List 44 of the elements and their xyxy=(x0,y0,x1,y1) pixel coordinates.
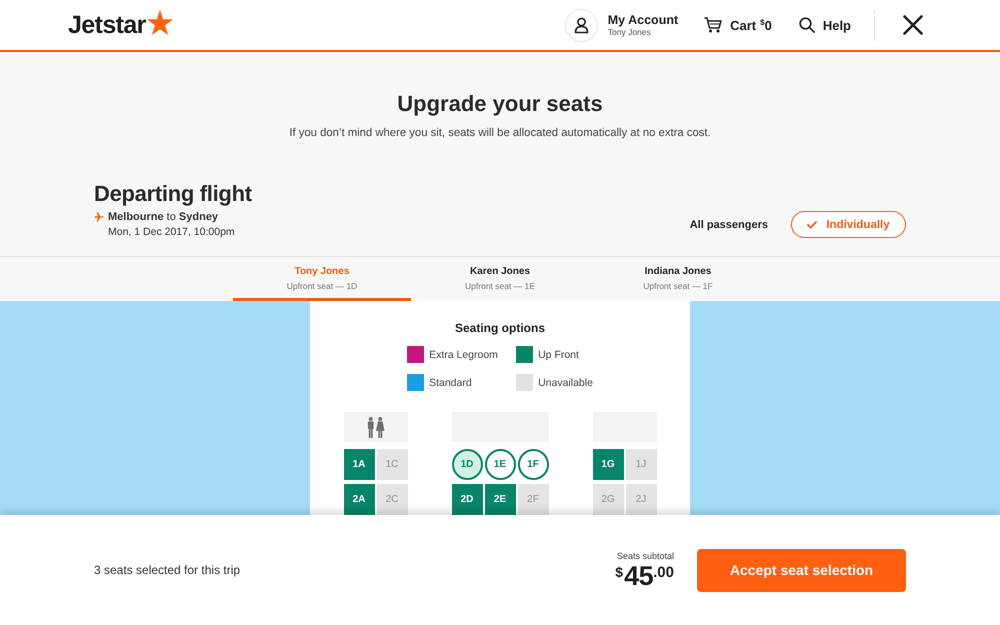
seat[interactable]: 1D xyxy=(452,449,482,480)
brand-logo[interactable]: Jetstar xyxy=(68,10,173,40)
selection-summary: 3 seats selected for this trip xyxy=(94,563,240,577)
plane-icon xyxy=(94,212,104,222)
seat[interactable]: 2J xyxy=(626,484,656,515)
close-icon xyxy=(903,15,923,35)
seat[interactable]: 1G xyxy=(592,449,624,480)
avatar-icon xyxy=(564,8,598,42)
page-title: Upgrade your seats xyxy=(396,90,604,118)
page-subtitle: If you don’t mind where you sit, seats will be allocated automatically at no extra cost. xyxy=(288,126,712,141)
cart-icon xyxy=(704,17,722,33)
seat[interactable]: 2G xyxy=(592,484,624,515)
toggle-pill-button[interactable]: Individually xyxy=(791,211,906,238)
seat[interactable]: 2C xyxy=(376,484,408,515)
seat[interactable]: 1C xyxy=(376,449,408,480)
seat[interactable]: 2F xyxy=(518,484,548,515)
star-icon xyxy=(146,10,173,35)
flight-date: Mon, 1 Dec 2017, 10:00pm xyxy=(108,225,236,240)
seat[interactable]: 1E xyxy=(484,449,516,480)
seat[interactable]: 2A xyxy=(344,484,374,515)
flight-heading: Departing flight xyxy=(94,180,252,208)
legend-label: Up Front xyxy=(538,348,579,360)
seat[interactable]: 1F xyxy=(518,449,548,480)
legend-label: Standard xyxy=(429,376,472,388)
passenger-tab[interactable]: Karen Jones Upfront seat — 1E xyxy=(411,257,589,301)
legend-label: Extra Legroom xyxy=(429,348,498,360)
close-button[interactable] xyxy=(903,15,923,35)
search-icon xyxy=(798,17,815,33)
accept-button[interactable]: Accept seat selection xyxy=(697,548,906,592)
seat[interactable]: 1A xyxy=(344,449,374,480)
check-icon xyxy=(807,220,818,228)
seat[interactable]: 2D xyxy=(452,484,482,515)
legend-title: Seating options xyxy=(455,320,545,336)
seat[interactable]: 2E xyxy=(484,484,516,515)
subtotal-label: Seats subtotal xyxy=(616,550,674,562)
flight-route: Melbourne to Sydney xyxy=(108,211,218,223)
passenger-tab[interactable]: Indiana Jones Upfront seat — 1F xyxy=(589,257,767,301)
help-link[interactable]: Help xyxy=(798,17,851,33)
account-link[interactable]: My Account Tony Jones xyxy=(564,8,678,42)
legend-label: Unavailable xyxy=(538,376,593,388)
toggle-option[interactable]: All passengers xyxy=(690,218,768,230)
cart-link[interactable]: Cart $^{$}$0 xyxy=(704,17,772,33)
restroom-icon xyxy=(366,416,385,438)
seat[interactable]: 1J xyxy=(626,449,656,480)
